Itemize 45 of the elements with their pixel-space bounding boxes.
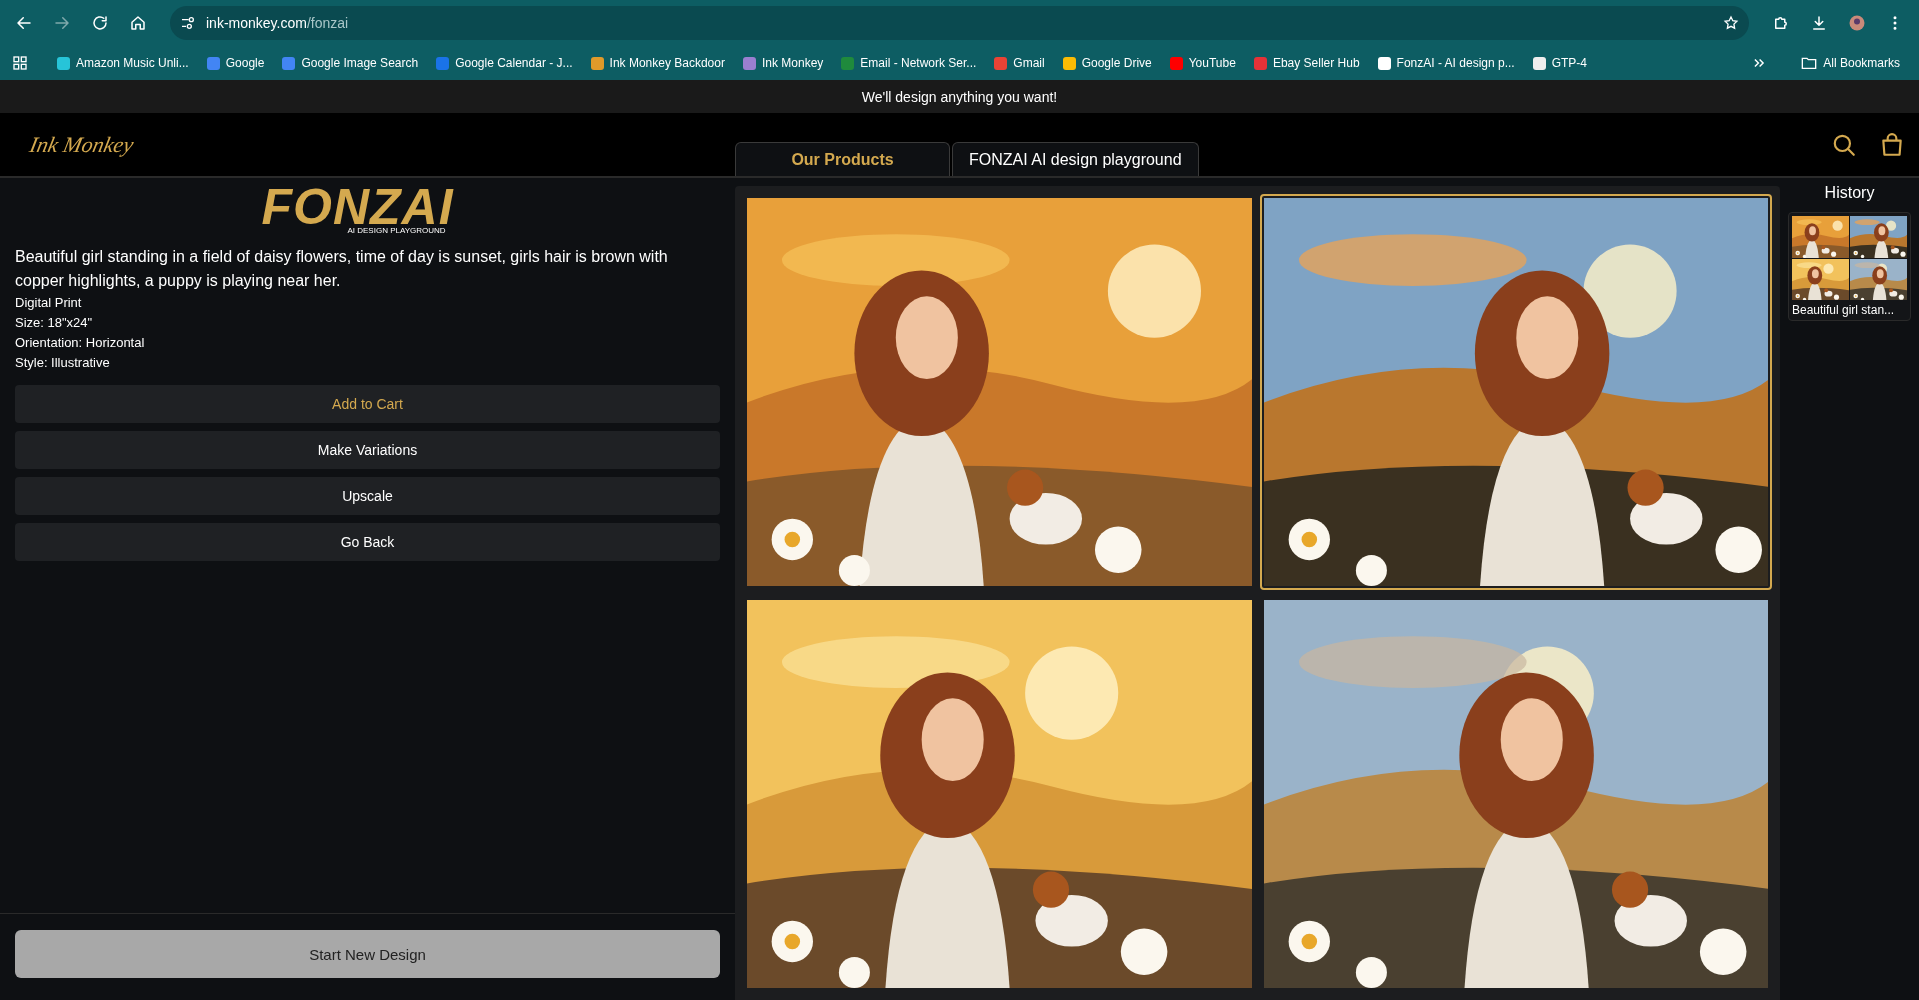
star-icon[interactable] (1723, 15, 1739, 31)
bookmark[interactable]: GTP-4 (1525, 52, 1594, 74)
chevrons-icon[interactable] (1752, 56, 1767, 70)
shopping-bag-icon[interactable] (1879, 131, 1905, 158)
bookmark[interactable]: Google Drive (1055, 52, 1159, 74)
site-settings-icon[interactable] (180, 15, 196, 31)
bookmark[interactable]: Google Calendar - J... (429, 52, 580, 74)
action-button[interactable]: Upscale (15, 477, 720, 515)
apps-grid-icon[interactable] (12, 55, 28, 71)
address-bar[interactable]: ink-monkey.com/fonzai (170, 6, 1749, 40)
nav-tab[interactable]: FONZAI AI design playground (952, 142, 1199, 176)
bookmark[interactable]: YouTube (1162, 52, 1243, 74)
bookmark[interactable]: Gmail (987, 52, 1052, 74)
home-icon[interactable] (129, 14, 147, 32)
action-button[interactable]: Make Variations (15, 431, 720, 469)
bookmark[interactable]: Ebay Seller Hub (1246, 52, 1367, 74)
download-icon[interactable] (1810, 14, 1828, 32)
bookmark[interactable]: Ink Monkey Backdoor (583, 52, 732, 74)
bookmark[interactable]: Google (199, 52, 272, 74)
bookmark[interactable]: Ink Monkey (735, 52, 831, 74)
bookmark[interactable]: Email - Network Ser... (834, 52, 984, 74)
action-button[interactable]: Go Back (15, 523, 720, 561)
folder-icon (1801, 56, 1818, 70)
detail-text: Orientation: Horizontal (15, 334, 146, 352)
site-logo[interactable]: Ink Monkey (27, 131, 136, 158)
brand-tagline: AI DESIGN PLAYGROUND (347, 226, 446, 235)
announcement-text: We'll design anything you want! (861, 88, 1058, 105)
puzzle-icon[interactable] (1772, 14, 1790, 32)
history-card[interactable]: Beautiful girl stan... (1788, 212, 1911, 321)
forward-icon[interactable] (53, 14, 71, 32)
detail-text: Style: Illustrative (15, 354, 111, 372)
detail-text: Digital Print (15, 294, 83, 312)
reload-icon[interactable] (91, 14, 109, 32)
avatar-icon[interactable] (1848, 14, 1866, 32)
nav-tab[interactable]: Our Products (735, 142, 950, 176)
all-bookmarks[interactable]: All Bookmarks (1794, 52, 1907, 74)
detail-text: Size: 18"x24" (15, 314, 94, 332)
add-to-cart-button[interactable]: Add to Cart (15, 385, 720, 423)
start-new-design-button[interactable]: Start New Design (15, 930, 720, 978)
bookmark[interactable]: Google Image Search (275, 52, 426, 74)
bookmark[interactable]: Amazon Music Unli... (50, 52, 196, 74)
bookmark[interactable]: FonzAI - AI design p... (1370, 52, 1522, 74)
prompt-text: Beautiful girl standing in a field of daisy flowers, time of day is sunset, girls hair is brown with copper highlights, a puppy is playing near her. (15, 247, 669, 291)
back-icon[interactable] (15, 14, 33, 32)
history-title: History (1824, 184, 1875, 202)
